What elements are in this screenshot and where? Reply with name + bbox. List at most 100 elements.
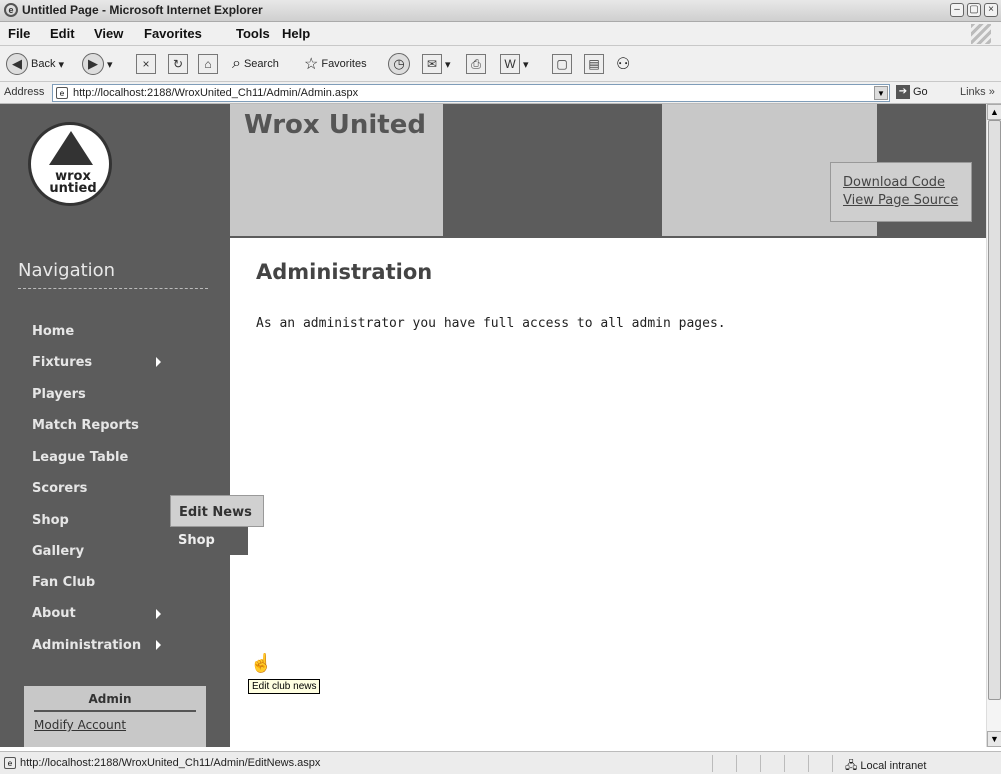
mail-button[interactable]: ✉ ▾ bbox=[422, 52, 451, 76]
nav-item-administration[interactable]: Administration bbox=[32, 638, 141, 653]
favorites-label: Favorites bbox=[321, 58, 367, 70]
search-button[interactable]: ⌕ Search bbox=[232, 52, 279, 76]
stop-icon: × bbox=[136, 54, 156, 74]
nav-item-scorers[interactable]: Scorers bbox=[32, 481, 87, 496]
toolbar: ◀ Back ▾ ▶ ▾ × ↻ ⌂ ⌕ Search ☆ Favorites … bbox=[0, 46, 1001, 82]
history-icon: ◷ bbox=[388, 53, 410, 75]
security-zone-label: Local intranet bbox=[860, 760, 927, 772]
nav-item-fixtures[interactable]: Fixtures bbox=[32, 355, 92, 370]
nav-item-about[interactable]: About bbox=[32, 606, 76, 621]
links-button[interactable]: Links » bbox=[960, 86, 995, 98]
back-label: Back bbox=[31, 58, 56, 70]
nav-item-gallery[interactable]: Gallery bbox=[32, 544, 84, 559]
research-button[interactable]: ▤ bbox=[584, 52, 604, 76]
stop-button[interactable]: × bbox=[136, 52, 156, 76]
print-icon: ⎙ bbox=[466, 54, 486, 74]
menu-view[interactable]: View bbox=[94, 26, 123, 41]
page-viewport: wrox untied Wrox United Download Code Vie… bbox=[0, 104, 986, 747]
menu-tools[interactable]: Tools bbox=[236, 26, 270, 41]
admin-divider bbox=[34, 710, 196, 712]
minimize-button[interactable]: – bbox=[950, 3, 964, 17]
submenu-item-edit-news[interactable]: Edit News bbox=[170, 495, 264, 527]
maximize-button[interactable]: ▢ bbox=[967, 3, 981, 17]
status-divider bbox=[832, 755, 833, 772]
edit-button[interactable]: W ▾ bbox=[500, 52, 529, 76]
status-bar: e http://localhost:2188/WroxUnited_Ch11/… bbox=[0, 751, 1001, 774]
close-button[interactable]: × bbox=[984, 3, 998, 17]
view-source-link[interactable]: View Page Source bbox=[843, 193, 958, 208]
ie-logo-icon: e bbox=[4, 3, 18, 17]
status-divider bbox=[712, 755, 713, 772]
nav-item-league-table[interactable]: League Table bbox=[32, 450, 128, 465]
favorites-button[interactable]: ☆ Favorites bbox=[304, 52, 367, 76]
discuss-icon: ▢ bbox=[552, 54, 572, 74]
intranet-icon: 🖧 bbox=[845, 760, 858, 772]
logo-text: wrox untied bbox=[49, 169, 97, 196]
search-label: Search bbox=[243, 58, 279, 70]
chevron-down-icon[interactable]: ▼ bbox=[874, 86, 888, 100]
scroll-down-icon[interactable]: ▼ bbox=[987, 731, 1001, 747]
logo-emblem-icon bbox=[49, 131, 93, 165]
menu-help[interactable]: Help bbox=[282, 26, 310, 41]
site-logo[interactable]: wrox untied bbox=[28, 122, 112, 206]
address-label: Address bbox=[4, 86, 45, 98]
status-divider bbox=[784, 755, 785, 772]
go-arrow-icon: ➔ bbox=[896, 85, 910, 99]
page-icon: e bbox=[56, 87, 68, 99]
refresh-button[interactable]: ↻ bbox=[168, 52, 188, 76]
address-url: http://localhost:2188/WroxUnited_Ch11/Ad… bbox=[73, 87, 359, 99]
dropdown-arrow-icon: ▾ bbox=[523, 58, 529, 71]
page-text: As an administrator you have full access… bbox=[256, 316, 726, 331]
window-title: Untitled Page - Microsoft Internet Explo… bbox=[22, 3, 263, 17]
home-icon: ⌂ bbox=[198, 54, 218, 74]
nav-divider bbox=[18, 288, 208, 289]
submenu-arrow-icon bbox=[156, 357, 161, 367]
go-button[interactable]: ➔ Go bbox=[896, 85, 928, 99]
hand-cursor-icon: ☝ bbox=[250, 653, 273, 673]
home-button[interactable]: ⌂ bbox=[198, 52, 218, 76]
status-divider bbox=[760, 755, 761, 772]
scroll-thumb[interactable] bbox=[988, 120, 1001, 700]
address-input[interactable]: e http://localhost:2188/WroxUnited_Ch11/… bbox=[52, 84, 890, 102]
forward-arrow-icon: ▶ bbox=[82, 53, 104, 75]
title-bar: e Untitled Page - Microsoft Internet Exp… bbox=[0, 0, 1001, 22]
nav-item-shop[interactable]: Shop bbox=[32, 513, 69, 528]
nav-item-fan-club[interactable]: Fan Club bbox=[32, 575, 95, 590]
status-divider bbox=[808, 755, 809, 772]
search-icon: ⌕ bbox=[232, 55, 241, 72]
menu-favorites[interactable]: Favorites bbox=[144, 26, 202, 41]
nav-heading: Navigation bbox=[18, 260, 116, 281]
nav-item-players[interactable]: Players bbox=[32, 387, 86, 402]
security-zone: 🖧 Local intranet bbox=[845, 757, 926, 776]
history-button[interactable]: ◷ bbox=[388, 52, 410, 76]
messenger-icon: ⚇ bbox=[616, 56, 631, 73]
discuss-button[interactable]: ▢ bbox=[552, 52, 572, 76]
nav-item-match-reports[interactable]: Match Reports bbox=[32, 418, 139, 433]
sidebar: Navigation Home Fixtures Players Match R… bbox=[0, 238, 230, 747]
menu-edit[interactable]: Edit bbox=[50, 26, 75, 41]
refresh-icon: ↻ bbox=[168, 54, 188, 74]
scroll-up-icon[interactable]: ▲ bbox=[987, 104, 1001, 120]
word-icon: W bbox=[500, 54, 520, 74]
modify-account-link[interactable]: Modify Account bbox=[34, 718, 126, 732]
print-button[interactable]: ⎙ bbox=[466, 52, 486, 76]
admin-submenu: Edit News Shop bbox=[170, 495, 264, 563]
submenu-item-shop[interactable]: Shop bbox=[170, 527, 248, 555]
go-label: Go bbox=[913, 86, 928, 98]
star-icon: ☆ bbox=[304, 56, 319, 73]
logo-area: wrox untied bbox=[0, 104, 230, 238]
back-button[interactable]: ◀ Back ▾ bbox=[6, 52, 64, 76]
dropdown-arrow-icon: ▾ bbox=[107, 58, 113, 71]
code-links-box: Download Code View Page Source bbox=[830, 162, 972, 222]
title-panel: Wrox United bbox=[230, 104, 443, 236]
forward-button[interactable]: ▶ ▾ bbox=[82, 52, 113, 76]
messenger-button[interactable]: ⚇ bbox=[616, 52, 630, 76]
vertical-scrollbar[interactable]: ▲ ▼ bbox=[986, 104, 1001, 747]
submenu-arrow-icon bbox=[156, 640, 161, 650]
nav-item-home[interactable]: Home bbox=[32, 324, 74, 339]
download-code-link[interactable]: Download Code bbox=[843, 175, 945, 190]
site-title: Wrox United bbox=[244, 110, 426, 140]
menu-file[interactable]: File bbox=[8, 26, 30, 41]
tooltip: Edit club news bbox=[248, 679, 321, 694]
mail-icon: ✉ bbox=[422, 54, 442, 74]
